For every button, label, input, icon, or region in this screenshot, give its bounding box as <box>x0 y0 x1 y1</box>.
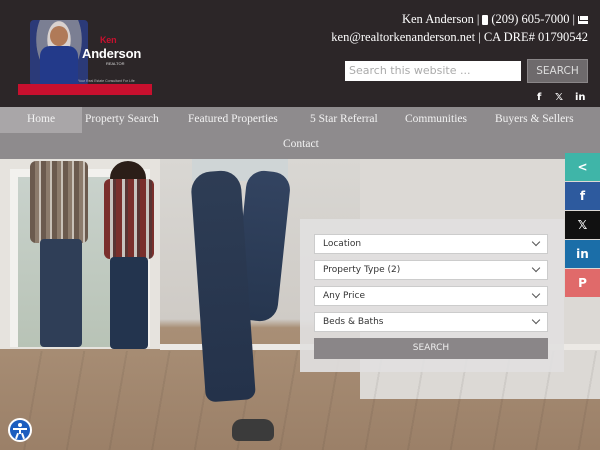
contact-separator: | <box>478 30 481 44</box>
accessibility-icon-leg <box>15 432 19 440</box>
accessibility-icon-leg <box>21 432 25 440</box>
chevron-down-icon <box>531 315 541 325</box>
site-search-button[interactable]: SEARCH <box>527 59 588 83</box>
share-facebook-icon[interactable]: f <box>565 182 600 210</box>
agent-photo-body <box>40 46 78 86</box>
hero-woman-jeans <box>110 257 148 349</box>
nav-item-home[interactable]: Home <box>27 113 55 125</box>
share-linkedin-icon[interactable]: in <box>565 240 600 268</box>
x-icon[interactable]: 𝕏 <box>555 92 563 104</box>
nav-item-communities[interactable]: Communities <box>405 113 467 125</box>
site-header: Ken Anderson REALTOR Your Real Estate Co… <box>0 0 600 107</box>
nav-item-featured-properties[interactable]: Featured Properties <box>188 113 278 125</box>
hero-man-shirt <box>30 161 88 243</box>
location-select[interactable]: Location <box>314 234 548 254</box>
contact-separator: | <box>476 12 480 26</box>
hero-man-jeans <box>40 239 82 347</box>
chevron-down-icon <box>531 263 541 273</box>
hero-child-shoe <box>232 419 274 441</box>
logo-tagline: Your Real Estate Consultant For Life <box>78 79 135 83</box>
accessibility-icon-head <box>18 423 22 427</box>
share-x-icon[interactable]: 𝕏 <box>565 211 600 239</box>
agent-photo <box>30 20 88 86</box>
contact-line-2: ken@realtorkenanderson.net | CA DRE# 017… <box>331 30 588 45</box>
logo-name: Ken Anderson <box>82 35 142 61</box>
accessibility-icon[interactable] <box>8 418 32 442</box>
beds-baths-select-label: Beds & Baths <box>323 317 384 327</box>
facebook-icon[interactable]: f <box>537 92 541 104</box>
logo-first-name: Ken <box>100 35 117 45</box>
contact-separator: | <box>572 12 575 26</box>
site-search-input[interactable]: Search this website ... <box>345 61 521 81</box>
hero-woman-shirt <box>104 179 154 259</box>
property-search-panel: Location Property Type (2) Any Price Bed… <box>300 219 564 372</box>
email-link[interactable]: ken@realtorkenanderson.net <box>331 30 475 44</box>
site-logo[interactable]: Ken Anderson REALTOR Your Real Estate Co… <box>18 16 152 96</box>
contact-line-1: Ken Anderson | (209) 605-7000 | <box>402 12 588 27</box>
nav-item-5-star-referral[interactable]: 5 Star Referral <box>310 113 378 125</box>
phone-link[interactable]: (209) 605-7000 <box>491 12 569 27</box>
agent-name: Ken Anderson <box>401 12 474 26</box>
price-select[interactable]: Any Price <box>314 286 548 306</box>
chevron-down-icon <box>531 237 541 247</box>
nav-item-property-search[interactable]: Property Search <box>85 113 159 125</box>
chevron-down-icon <box>531 289 541 299</box>
nav-item-contact[interactable]: Contact <box>283 138 319 150</box>
beds-baths-select[interactable]: Beds & Baths <box>314 312 548 332</box>
property-search-button[interactable]: SEARCH <box>314 338 548 359</box>
linkedin-icon[interactable]: in <box>575 92 586 104</box>
nav-item-buyers-sellers[interactable]: Buyers & Sellers <box>495 113 574 125</box>
logo-red-bar <box>18 84 152 95</box>
agent-photo-head <box>50 26 68 46</box>
share-pinterest-icon[interactable]: P <box>565 269 600 297</box>
property-type-select[interactable]: Property Type (2) <box>314 260 548 280</box>
license-number: CA DRE# 01790542 <box>483 30 588 44</box>
logo-last-name: Anderson <box>82 46 142 61</box>
phone-icon <box>482 14 489 25</box>
price-select-label: Any Price <box>323 291 366 301</box>
location-select-label: Location <box>323 239 362 249</box>
main-nav: Home Property Search Featured Properties… <box>0 107 600 159</box>
mail-icon[interactable] <box>578 15 588 24</box>
share-icon[interactable]: < <box>565 153 600 181</box>
property-type-select-label: Property Type (2) <box>323 265 401 275</box>
logo-title: REALTOR <box>106 61 125 66</box>
